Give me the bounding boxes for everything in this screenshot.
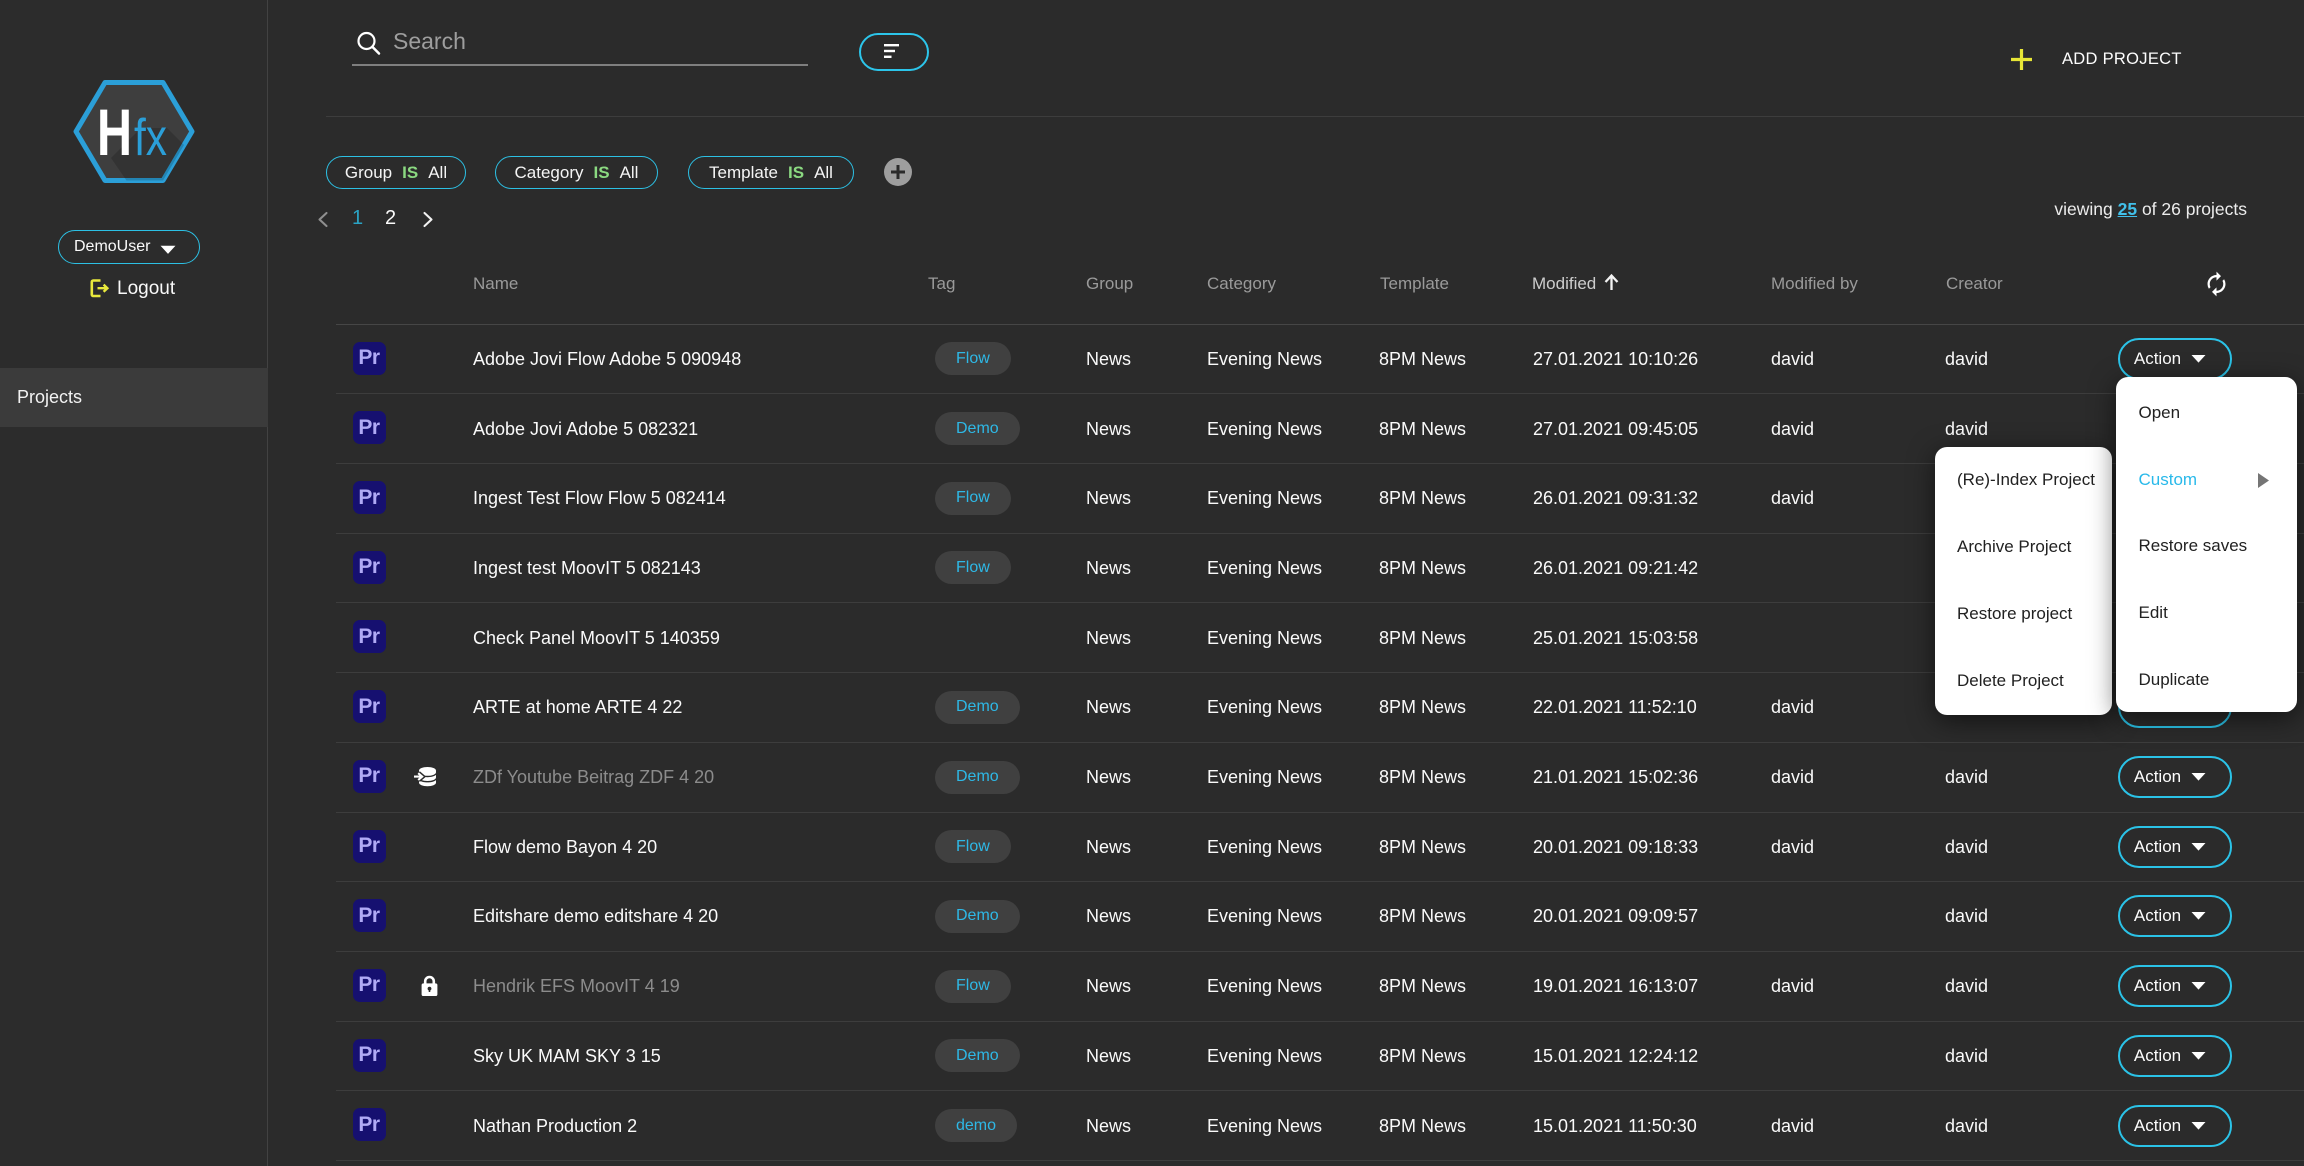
svg-text:fx: fx <box>134 109 167 167</box>
svg-text:H: H <box>97 95 132 169</box>
